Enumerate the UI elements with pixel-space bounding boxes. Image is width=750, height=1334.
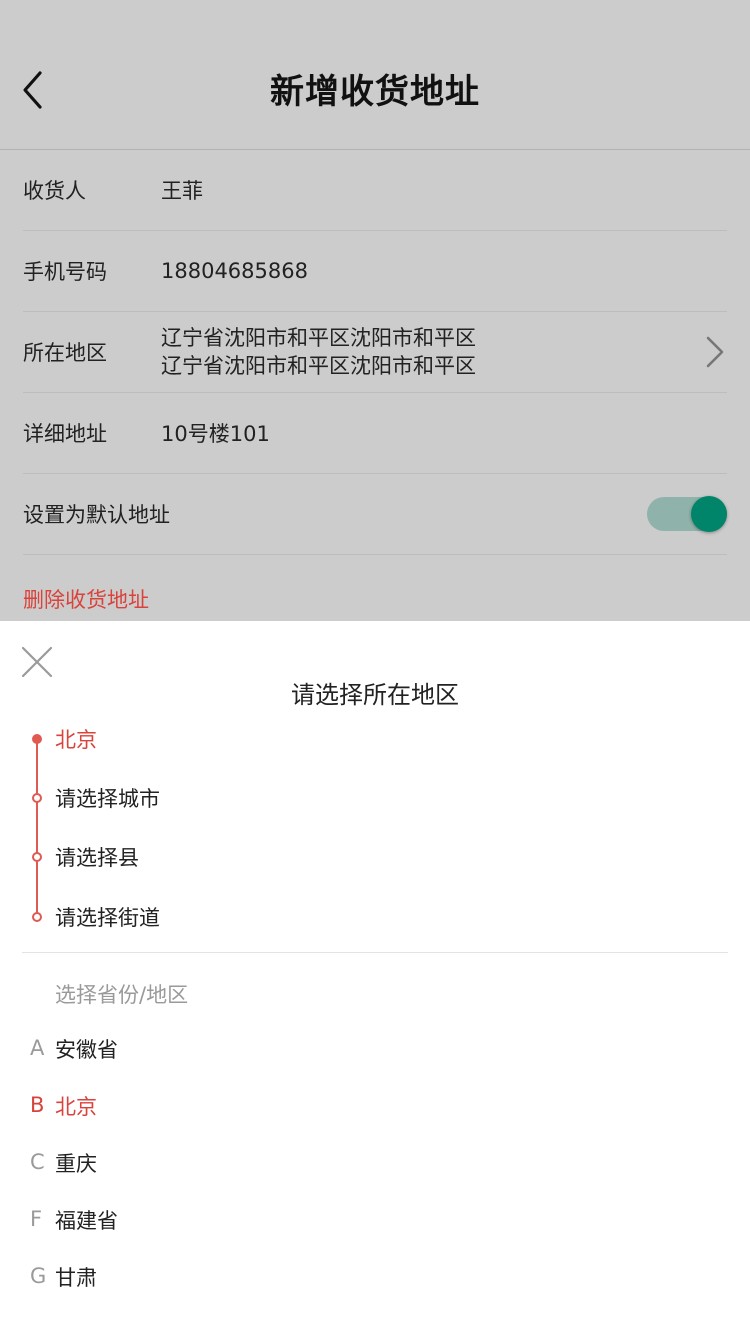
step-label: 请选择城市 xyxy=(55,787,160,811)
index-letter: F xyxy=(30,1207,43,1231)
step-county[interactable]: 请选择县 xyxy=(0,839,400,879)
default-label: 设置为默认地址 xyxy=(23,503,170,527)
step-dot-icon xyxy=(32,734,42,744)
receiver-row[interactable]: 收货人 王菲 xyxy=(23,150,727,231)
step-province[interactable]: 北京 xyxy=(0,721,400,761)
index-letter: G xyxy=(30,1264,47,1288)
receiver-input[interactable]: 王菲 xyxy=(161,175,203,205)
region-picker-sheet: 请选择所在地区 北京 请选择城市 请选择县 请选择街道 选择省份/地区 A 安徽… xyxy=(0,621,750,1334)
region-value-line-1: 辽宁省沈阳市和平区沈阳市和平区 xyxy=(161,326,476,350)
detail-row[interactable]: 详细地址 10号楼101 xyxy=(23,393,727,474)
step-dot-icon xyxy=(32,912,42,922)
step-connector-line xyxy=(36,738,38,916)
index-letter: B xyxy=(30,1093,45,1117)
address-edit-page: 新增收货地址 收货人 王菲 手机号码 18804685868 所在地区 辽宁省沈… xyxy=(0,0,750,1334)
region-name: 福建省 xyxy=(55,1209,118,1233)
delete-address-link[interactable]: 删除收货地址 xyxy=(23,584,149,614)
close-button[interactable] xyxy=(20,645,54,679)
step-street[interactable]: 请选择街道 xyxy=(0,899,400,939)
region-name: 北京 xyxy=(55,1095,97,1119)
step-dot-icon xyxy=(32,793,42,803)
list-item[interactable]: A 安徽省 xyxy=(0,1026,750,1083)
divider xyxy=(22,952,728,953)
list-item[interactable]: C 重庆 xyxy=(0,1140,750,1197)
phone-row[interactable]: 手机号码 18804685868 xyxy=(23,231,727,312)
region-name: 安徽省 xyxy=(55,1038,118,1062)
list-item[interactable]: B 北京 xyxy=(0,1083,750,1140)
index-letter: A xyxy=(30,1036,45,1060)
detail-input[interactable]: 10号楼101 xyxy=(161,418,270,448)
step-label: 请选择街道 xyxy=(55,906,160,930)
step-city[interactable]: 请选择城市 xyxy=(0,780,400,820)
close-icon xyxy=(21,646,53,678)
chevron-right-icon[interactable] xyxy=(703,332,727,372)
toggle-knob xyxy=(691,496,727,532)
list-item[interactable]: G 甘肃 xyxy=(0,1254,750,1311)
region-list: A 安徽省 B 北京 C 重庆 F 福建省 G 甘肃 xyxy=(0,1026,750,1311)
section-title: 选择省份/地区 xyxy=(55,983,189,1007)
dimmed-address-form: 新增收货地址 收货人 王菲 手机号码 18804685868 所在地区 辽宁省沈… xyxy=(0,0,750,622)
step-dot-icon xyxy=(32,852,42,862)
default-row: 设置为默认地址 xyxy=(23,474,727,555)
region-steps: 北京 请选择城市 请选择县 请选择街道 xyxy=(0,721,750,951)
phone-label: 手机号码 xyxy=(23,260,107,284)
region-label: 所在地区 xyxy=(23,341,107,365)
step-label: 请选择县 xyxy=(55,846,139,870)
phone-input[interactable]: 18804685868 xyxy=(161,259,308,283)
page-title: 新增收货地址 xyxy=(270,72,480,112)
detail-label: 详细地址 xyxy=(23,422,107,446)
list-item[interactable]: F 福建省 xyxy=(0,1197,750,1254)
region-row[interactable]: 所在地区 辽宁省沈阳市和平区沈阳市和平区 辽宁省沈阳市和平区沈阳市和平区 xyxy=(23,312,727,393)
index-letter: C xyxy=(30,1150,45,1174)
step-label: 北京 xyxy=(55,728,97,752)
region-value[interactable]: 辽宁省沈阳市和平区沈阳市和平区 辽宁省沈阳市和平区沈阳市和平区 xyxy=(161,324,476,380)
region-name: 甘肃 xyxy=(55,1266,97,1290)
sheet-title: 请选择所在地区 xyxy=(291,681,459,709)
nav-bar: 新增收货地址 xyxy=(0,0,750,150)
region-value-line-2: 辽宁省沈阳市和平区沈阳市和平区 xyxy=(161,354,476,378)
region-name: 重庆 xyxy=(55,1152,97,1176)
default-toggle[interactable] xyxy=(647,496,727,532)
receiver-label: 收货人 xyxy=(23,179,86,203)
